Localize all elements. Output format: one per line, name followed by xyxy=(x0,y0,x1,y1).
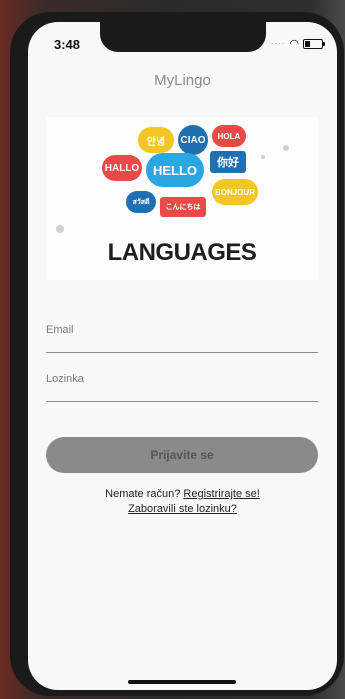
signal-icon: ···· xyxy=(270,39,286,48)
password-label: Lozinka xyxy=(46,373,84,385)
languages-banner-image: 안녕 CIAO HOLA HALLO HELLO 你好 สวัสดี こんにちは… xyxy=(46,117,318,280)
decor-dot xyxy=(56,225,64,233)
speech-bubble-french: BONJOUR xyxy=(212,179,258,205)
email-field[interactable]: Email xyxy=(46,318,318,353)
speech-bubble-german: HALLO xyxy=(102,155,142,181)
banner-heading: LANGUAGES xyxy=(107,239,257,266)
no-account-text: Nemate račun? xyxy=(105,488,181,500)
decor-dot xyxy=(261,155,265,159)
status-time: 3:48 xyxy=(54,37,81,52)
speech-bubble-japanese: こんにちは xyxy=(160,197,206,217)
password-field[interactable]: Lozinka xyxy=(46,367,318,402)
device-notch xyxy=(100,22,266,52)
speech-bubble-italian: CIAO xyxy=(178,125,208,155)
battery-icon xyxy=(303,38,325,49)
speech-bubble-english: HELLO xyxy=(146,153,204,187)
speech-bubble-thai: สวัสดี xyxy=(126,191,156,213)
status-icons: ···· ◠ xyxy=(270,37,325,50)
speech-bubble-chinese: 你好 xyxy=(210,151,246,173)
register-prompt: Nemate račun? Registrirajte se! xyxy=(28,488,337,500)
wifi-icon: ◠ xyxy=(289,38,299,50)
forgot-password-row: Zaboravili ste lozinku? xyxy=(28,503,337,515)
login-button[interactable]: Prijavite se xyxy=(46,437,318,473)
home-indicator[interactable] xyxy=(128,680,236,684)
decor-dot xyxy=(283,145,289,151)
app-screen: 3:48 ···· ◠ MyLingo 안녕 CIAO HOLA HALLO H… xyxy=(28,22,337,690)
register-link[interactable]: Registrirajte se! xyxy=(183,488,259,500)
page-title: MyLingo xyxy=(154,72,211,89)
forgot-password-link[interactable]: Zaboravili ste lozinku? xyxy=(128,503,237,515)
speech-bubble-spanish: HOLA xyxy=(212,125,246,147)
speech-bubble-korean: 안녕 xyxy=(138,127,174,153)
email-label: Email xyxy=(46,324,74,336)
